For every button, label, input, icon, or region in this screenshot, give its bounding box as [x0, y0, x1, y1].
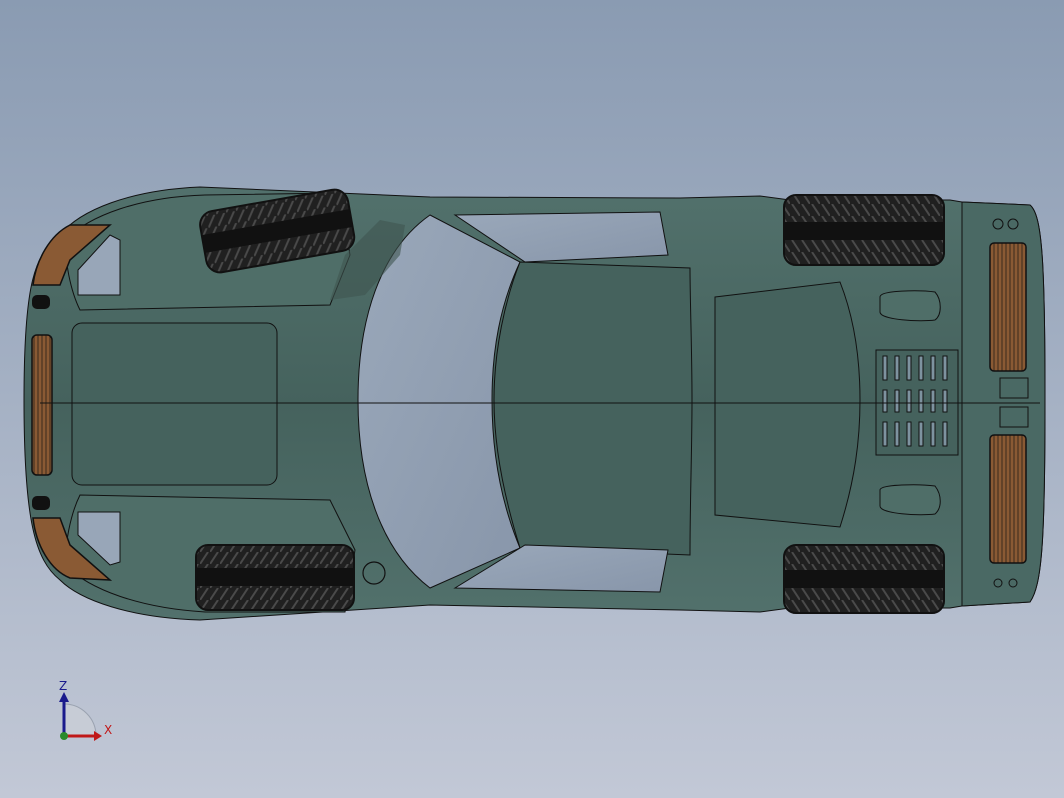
rear-right-wheel [783, 544, 945, 614]
x-axis-label: X [104, 723, 112, 737]
rear-left-wheel [783, 194, 945, 266]
origin-dot [60, 732, 68, 740]
axis-triad: Z X [59, 679, 112, 741]
z-axis-head [59, 692, 69, 702]
cad-viewport[interactable]: Z X [0, 0, 1064, 798]
x-axis-head [94, 731, 102, 741]
front-grille [31, 334, 53, 476]
triad-plane-shape [63, 703, 97, 737]
car-model-top-view[interactable] [0, 0, 1064, 798]
fog-light-left [32, 295, 50, 309]
fog-light-right [32, 496, 50, 510]
rear-grille-lower [989, 434, 1027, 564]
z-axis-label: Z [59, 679, 67, 693]
engine-cover [714, 281, 861, 528]
roof [493, 261, 693, 556]
intake-scoop-left [879, 290, 941, 322]
rear-grille-upper [989, 242, 1027, 372]
front-right-wheel [195, 544, 355, 611]
intake-scoop-right [879, 484, 941, 516]
hood-panel [71, 322, 278, 486]
